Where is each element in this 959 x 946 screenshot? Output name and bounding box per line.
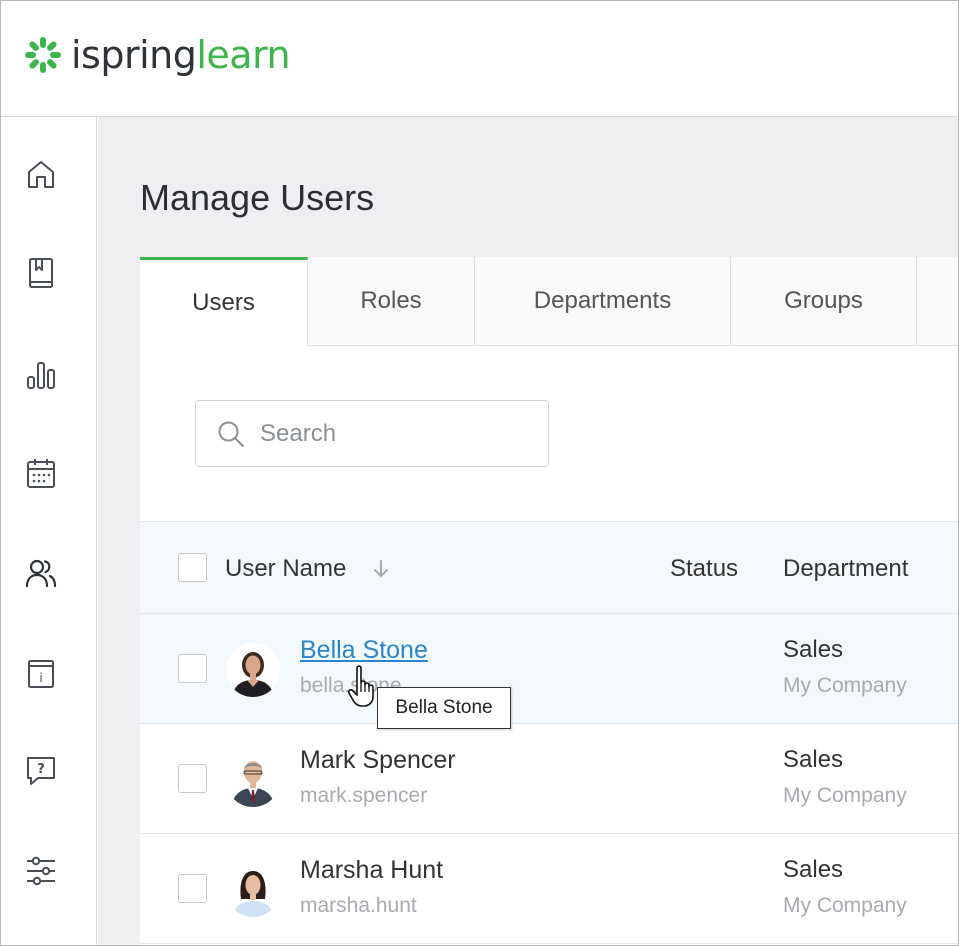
table-header: User Name Status Department (140, 521, 958, 614)
tab-users[interactable]: Users (140, 257, 308, 346)
search-input[interactable] (260, 419, 520, 448)
brand-name-part2: learn (196, 33, 291, 77)
main-content: Manage Users Users Roles Departments Gro… (98, 117, 958, 945)
calendar-icon (27, 459, 55, 488)
sidebar-item-settings[interactable] (23, 853, 59, 889)
table-row[interactable]: Marsha Hunt marsha.hunt Sales My Company (140, 834, 958, 944)
select-all-checkbox[interactable] (178, 553, 207, 582)
svg-text:?: ? (37, 762, 45, 777)
users-icon (25, 559, 57, 588)
sidebar-item-info[interactable]: i (23, 655, 59, 691)
avatar (226, 863, 280, 917)
top-bar: ispringlearn (1, 1, 958, 117)
help-chat-icon: ? (27, 757, 55, 785)
info-box-icon: i (28, 660, 54, 688)
user-department: Sales (783, 856, 844, 883)
sidebar: i ? (1, 117, 97, 945)
user-login: mark.spencer (300, 784, 428, 807)
sidebar-item-help[interactable]: ? (23, 753, 59, 789)
svg-text:i: i (39, 671, 42, 685)
tab-groups[interactable]: Groups (731, 257, 917, 346)
avatar (226, 643, 280, 697)
user-name-link[interactable]: Marsha Hunt (300, 856, 443, 885)
book-icon (29, 258, 53, 288)
users-panel: Users Roles Departments Groups User Name (140, 257, 958, 945)
sort-down-icon[interactable] (372, 558, 390, 580)
brand-name: ispringlearn (71, 33, 291, 77)
avatar (226, 753, 280, 807)
tab-departments[interactable]: Departments (475, 257, 731, 346)
tab-bar: Users Roles Departments Groups (140, 257, 917, 346)
user-avatar-male-icon (226, 753, 280, 807)
user-company: My Company (783, 784, 907, 807)
row-checkbox[interactable] (178, 654, 207, 683)
user-company: My Company (783, 674, 907, 697)
sidebar-item-users[interactable] (23, 555, 59, 591)
user-name-link[interactable]: Mark Spencer (300, 746, 456, 775)
row-checkbox[interactable] (178, 764, 207, 793)
column-header-department[interactable]: Department (783, 555, 908, 583)
tooltip: Bella Stone (377, 687, 511, 729)
user-login: marsha.hunt (300, 894, 417, 917)
row-checkbox[interactable] (178, 874, 207, 903)
tab-roles[interactable]: Roles (308, 257, 475, 346)
user-avatar-female-icon (226, 643, 280, 697)
brand-logo[interactable]: ispringlearn (23, 33, 291, 77)
home-icon (28, 161, 54, 188)
user-department: Sales (783, 636, 844, 663)
column-header-status[interactable]: Status (670, 555, 738, 583)
app-window: ispringlearn i ? Manage Users Users Role… (0, 0, 959, 946)
user-company: My Company (783, 894, 907, 917)
bar-chart-icon (27, 362, 55, 389)
user-name-link[interactable]: Bella Stone (300, 636, 428, 665)
sliders-icon (27, 856, 55, 886)
tab-bar-filler (917, 257, 958, 346)
ispring-logo-icon (25, 37, 61, 73)
brand-name-part1: ispring (71, 33, 197, 77)
search-icon (218, 421, 244, 447)
user-department: Sales (783, 746, 844, 773)
sidebar-item-reports[interactable] (23, 357, 59, 393)
column-header-user-name[interactable]: User Name (225, 555, 346, 583)
table-row[interactable]: Mark Spencer mark.spencer Sales My Compa… (140, 724, 958, 834)
table-row[interactable]: Bella Stone bella.stone Sales My Company (140, 614, 958, 724)
page-title: Manage Users (140, 177, 375, 218)
search-box[interactable] (195, 400, 549, 467)
user-avatar-female-icon (226, 863, 280, 917)
sidebar-item-learning[interactable] (23, 255, 59, 291)
sidebar-item-home[interactable] (23, 157, 59, 193)
sidebar-item-calendar[interactable] (23, 455, 59, 491)
